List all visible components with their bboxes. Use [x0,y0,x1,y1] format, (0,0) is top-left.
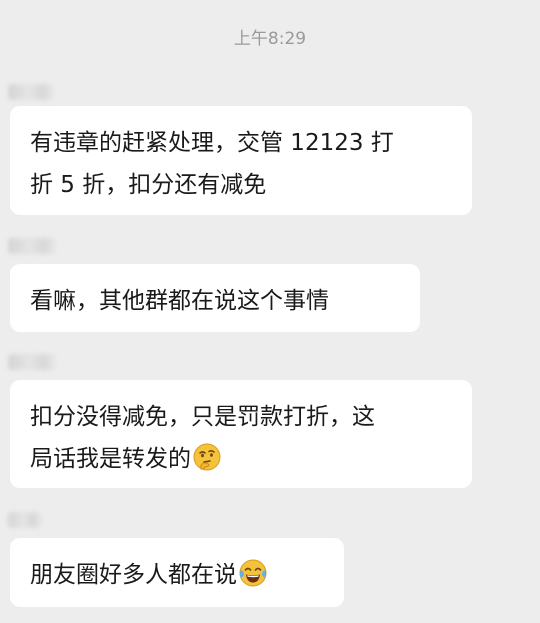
message-bubble[interactable]: 扣分没得减免，只是罚款打折，这 局话我是转发的 [10,380,472,488]
sender-name-blurred [8,354,56,370]
sender-name-blurred [8,238,56,254]
sender-name-blurred [8,84,54,100]
message-text: 朋友圈好多人都在说 [30,562,237,588]
message-bubble[interactable]: 朋友圈好多人都在说 [10,538,344,607]
thinking-face-icon [192,442,222,486]
message-text: 扣分没得减免，只是罚款打折，这 [30,404,375,430]
chat-timestamp: 上午8:29 [233,29,307,49]
message-text: 折 5 折，扣分还有减免 [30,172,267,198]
sender-name-blurred [8,512,42,528]
message-text: 局话我是转发的 [30,446,191,472]
message-text: 有违章的赶紧处理，交管 12123 打 [30,130,394,156]
message-bubble[interactable]: 看嘛，其他群都在说这个事情 [10,264,420,332]
message-line: 局话我是转发的 [30,438,452,486]
message-line: 朋友圈好多人都在说 [30,554,324,602]
message-text: 看嘛，其他群都在说这个事情 [30,288,329,314]
tears-of-joy-icon [238,558,268,602]
message-bubble[interactable]: 有违章的赶紧处理，交管 12123 打 折 5 折，扣分还有减免 [10,106,472,215]
